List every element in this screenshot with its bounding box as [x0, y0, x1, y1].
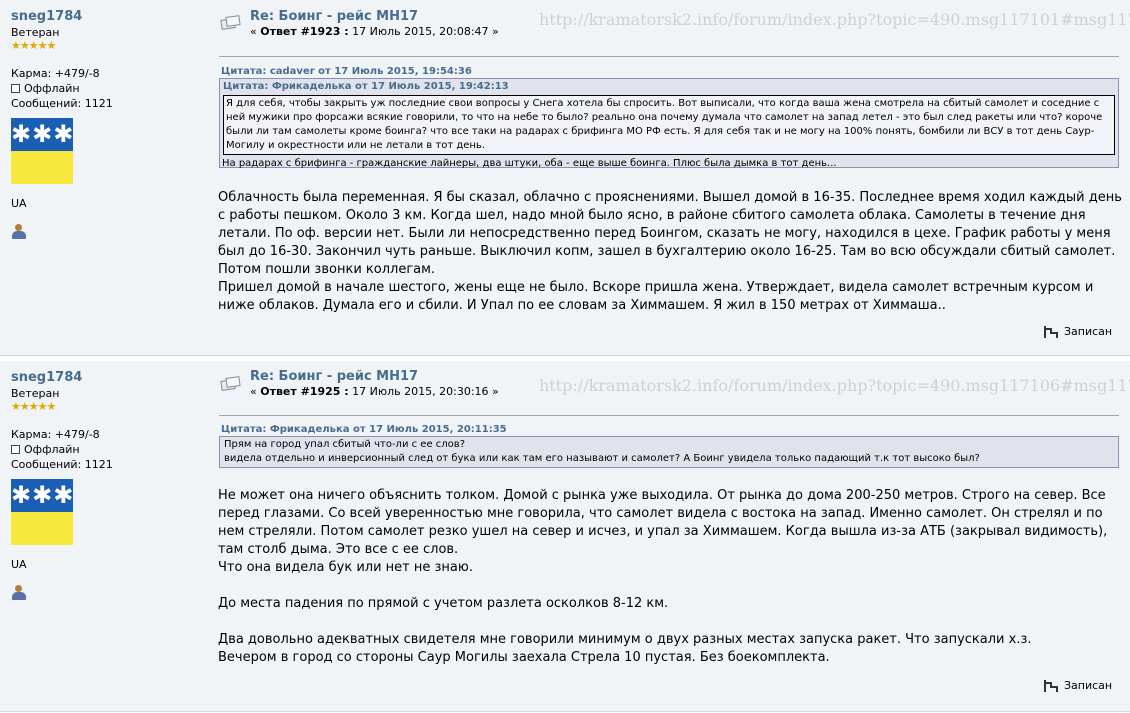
- quote-line: видела отдельно и инверсионный след от б…: [224, 453, 980, 464]
- author-name-link[interactable]: sneg1784: [11, 9, 201, 25]
- post-meta: « Ответ #1925 : 17 Июль 2015, 20:30:16 »: [250, 385, 499, 398]
- quote-header-link[interactable]: Цитата: Фрикаделька от 17 Июль 2015, 20:…: [221, 424, 507, 435]
- offline-status-icon: [11, 445, 20, 454]
- post-paragraph: Пришел домой в начале шестого, жены еще …: [218, 280, 1094, 313]
- profile-icon[interactable]: [11, 224, 27, 240]
- poster-info: sneg1784 Ветеран ★★★★★ Карма: +479/-8 Оф…: [11, 370, 201, 601]
- rank-stars-icon: ★★★★★: [11, 400, 56, 413]
- avatar-snowflakes: ✱✱✱: [11, 479, 73, 512]
- online-status: Оффлайн: [11, 442, 201, 457]
- author-name-link[interactable]: sneg1784: [11, 370, 201, 386]
- divider: [219, 56, 1119, 57]
- post-date: 17 Июль 2015, 20:08:47 »: [348, 25, 499, 38]
- url-watermark: http://kramatorsk2.info/forum/index.php?…: [539, 10, 1130, 29]
- country-label: UA: [11, 558, 27, 571]
- quote-line: Прям на город упал сбитый что-ли с ее сл…: [224, 439, 465, 450]
- saved-icon: [1044, 679, 1060, 692]
- author-rank: Ветеран: [11, 26, 60, 39]
- rank-stars-icon: ★★★★★: [11, 39, 56, 52]
- quote-reply-text: На радарах с брифинга - гражданские лайн…: [222, 158, 837, 169]
- post-meta: « Ответ #1923 : 17 Июль 2015, 20:08:47 »: [250, 25, 499, 38]
- quote-block: Прям на город упал сбитый что-ли с ее сл…: [219, 436, 1119, 468]
- post-paragraph: До места падения по прямой с учетом разл…: [218, 596, 669, 611]
- avatar: ✱✱✱: [11, 479, 73, 545]
- nested-quote-body: Я для себя, чтобы закрыть уж последние с…: [223, 95, 1115, 155]
- post-subject-link[interactable]: Re: Боинг - рейс МН17: [250, 369, 418, 384]
- topic-envelope-icon: [220, 15, 241, 30]
- saved-label: Записан: [1064, 325, 1113, 338]
- post-subject-link[interactable]: Re: Боинг - рейс МН17: [250, 9, 418, 24]
- message-count: Сообщений: 1121: [11, 458, 113, 471]
- post-body: Облачность была переменная. Я бы сказал,…: [218, 189, 1124, 315]
- message-count: Сообщений: 1121: [11, 97, 113, 110]
- url-watermark: http://kramatorsk2.info/forum/index.php?…: [539, 376, 1130, 395]
- author-rank: Ветеран: [11, 387, 60, 400]
- country-label: UA: [11, 197, 27, 210]
- divider: [219, 415, 1119, 416]
- status-label: Оффлайн: [24, 82, 80, 95]
- post-paragraph: Вечером в город со стороны Саур Могилы з…: [218, 650, 830, 665]
- reply-number: Ответ #1923 :: [260, 25, 349, 38]
- post-date: 17 Июль 2015, 20:30:16 »: [348, 385, 499, 398]
- avatar: ✱✱✱: [11, 118, 73, 184]
- quote-body: Прям на город упал сбитый что-ли с ее сл…: [220, 437, 1118, 467]
- forum-post: sneg1784 Ветеран ★★★★★ Карма: +479/-8 Оф…: [0, 361, 1130, 712]
- quote-block: Цитата: Фрикаделька от 17 Июль 2015, 19:…: [219, 78, 1119, 169]
- post-paragraph: Два довольно адекватных свидетеля мне го…: [218, 632, 1032, 647]
- post-body: Не может она ничего объяснить толком. До…: [218, 487, 1124, 667]
- post-paragraph: Что она видела бук или нет не знаю.: [218, 560, 473, 575]
- karma: Карма: +479/-8: [11, 67, 100, 80]
- poster-info: sneg1784 Ветеран ★★★★★ Карма: +479/-8 Оф…: [11, 9, 201, 240]
- karma: Карма: +479/-8: [11, 428, 100, 441]
- status-label: Оффлайн: [24, 443, 80, 456]
- quote-header-link[interactable]: Цитата: cadaver от 17 Июль 2015, 19:54:3…: [221, 66, 472, 77]
- saved-indicator: Записан: [1044, 325, 1112, 338]
- profile-icon[interactable]: [11, 585, 27, 601]
- topic-envelope-icon: [220, 376, 241, 391]
- avatar-snowflakes: ✱✱✱: [11, 118, 73, 151]
- saved-icon: [1044, 325, 1060, 338]
- online-status: Оффлайн: [11, 81, 201, 96]
- reply-number: Ответ #1925 :: [260, 385, 349, 398]
- saved-label: Записан: [1064, 679, 1113, 692]
- post-paragraph: Облачность была переменная. Я бы сказал,…: [218, 190, 1122, 277]
- post-paragraph: Не может она ничего объяснить толком. До…: [218, 488, 1108, 557]
- nested-quote-header-link[interactable]: Цитата: Фрикаделька от 17 Июль 2015, 19:…: [220, 79, 1118, 95]
- saved-indicator: Записан: [1044, 679, 1112, 692]
- offline-status-icon: [11, 84, 20, 93]
- forum-post: sneg1784 Ветеран ★★★★★ Карма: +479/-8 Оф…: [0, 0, 1130, 356]
